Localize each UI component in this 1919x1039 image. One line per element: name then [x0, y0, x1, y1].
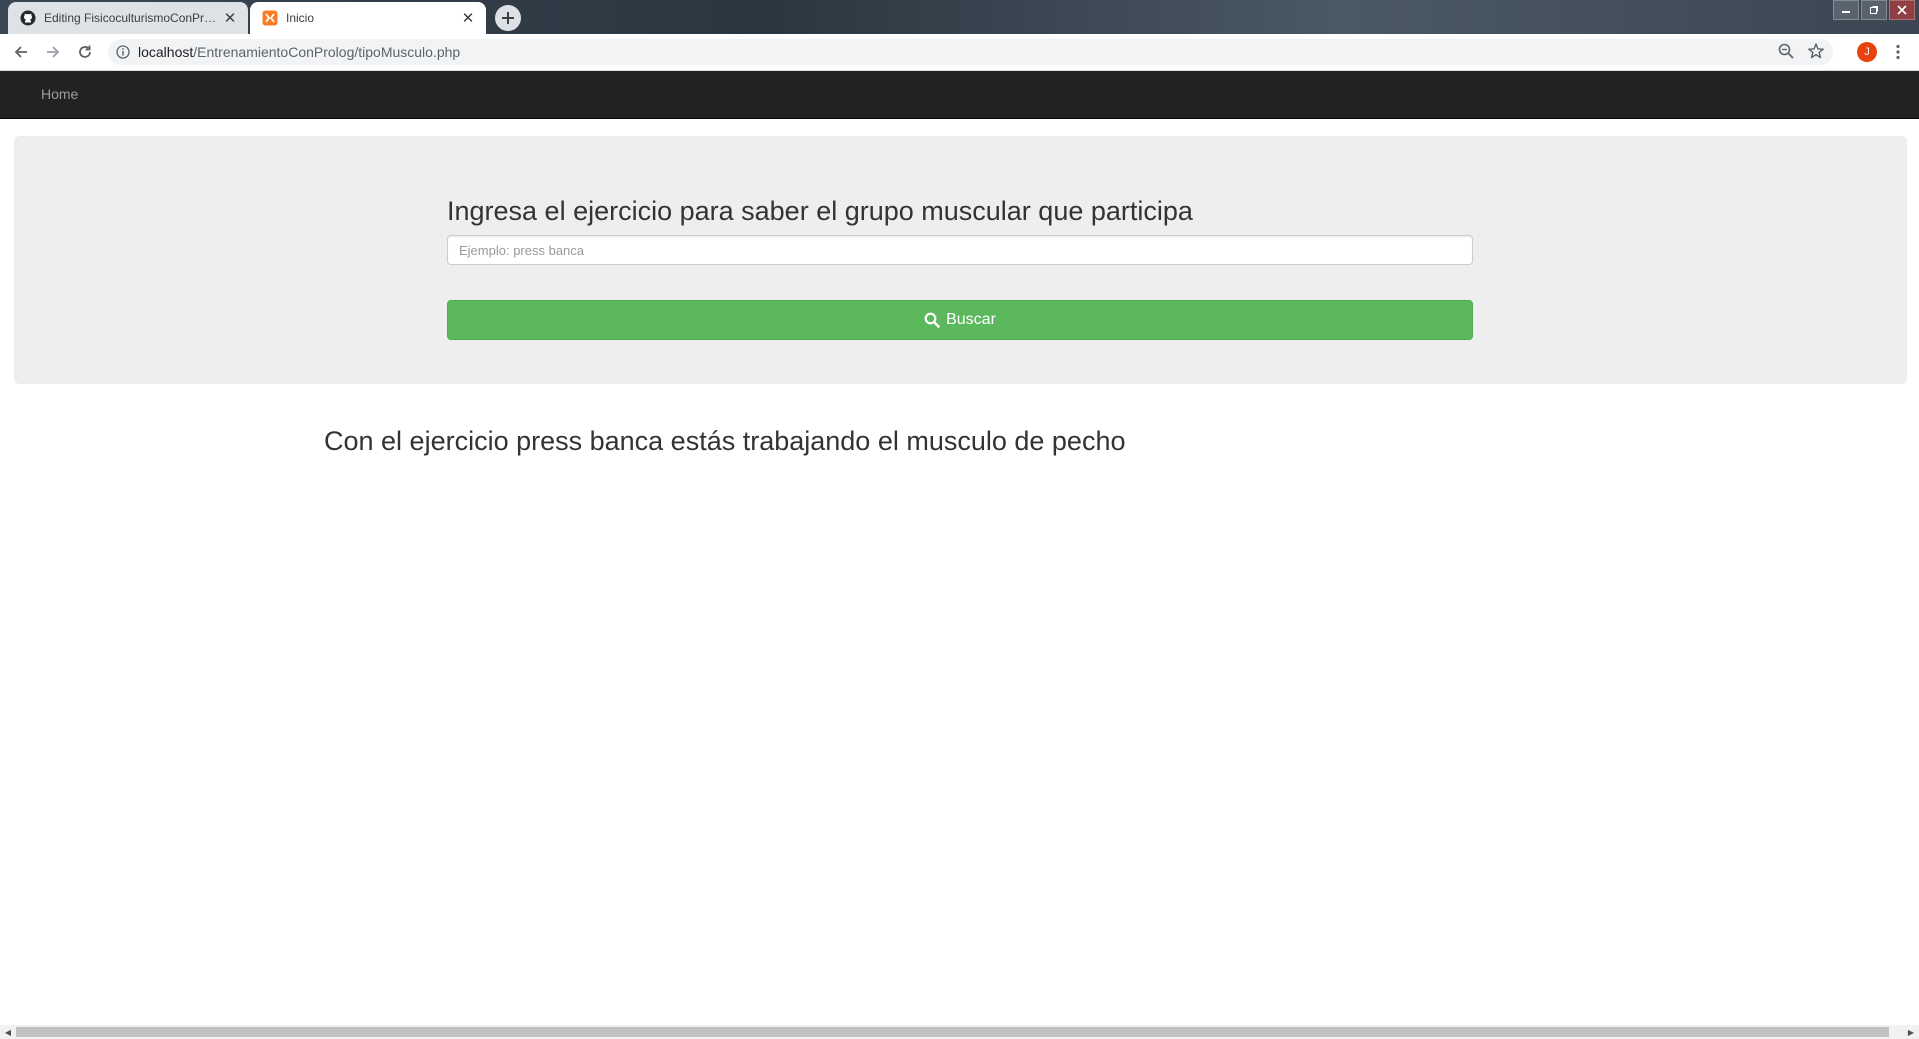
omnibox-actions	[1777, 42, 1825, 60]
back-button[interactable]	[9, 40, 33, 64]
url-path: /EntrenamientoConProlog/tipoMusculo.php	[193, 44, 461, 60]
forward-button[interactable]	[41, 40, 65, 64]
minimize-icon	[1842, 11, 1850, 13]
tab-github-editing[interactable]: Editing FisicoculturismoConProlog ✕	[8, 2, 248, 34]
scrollbar-thumb[interactable]	[16, 1027, 1889, 1037]
scroll-right-icon[interactable]: ▶	[1903, 1025, 1919, 1039]
tab-title: Inicio	[286, 11, 315, 25]
close-icon[interactable]: ✕	[220, 9, 240, 27]
reload-icon	[79, 45, 91, 58]
search-heading: Ingresa el ejercicio para saber el grupo…	[447, 196, 1193, 226]
tab-inicio[interactable]: Inicio ✕	[250, 2, 486, 34]
exercise-search-input[interactable]	[447, 235, 1473, 265]
tab-title: Editing FisicoculturismoConProlog	[44, 11, 220, 25]
restore-icon	[1870, 6, 1878, 14]
search-icon	[924, 312, 940, 328]
xampp-icon	[262, 10, 278, 26]
result-text: Con el ejercicio press banca estás traba…	[324, 426, 1126, 456]
info-icon[interactable]	[116, 45, 130, 59]
nav-home-link[interactable]: Home	[41, 86, 78, 102]
buscar-button[interactable]: Buscar	[447, 300, 1473, 340]
url-host: localhost	[138, 44, 194, 60]
arrow-left-icon	[14, 46, 27, 58]
restore-button[interactable]	[1861, 0, 1887, 20]
github-icon	[20, 10, 36, 26]
kebab-menu-icon[interactable]	[1888, 42, 1908, 62]
close-icon	[1897, 5, 1907, 15]
browser-toolbar: localhost/EntrenamientoConProlog/tipoMus…	[0, 34, 1919, 71]
browser-tab-strip: Editing FisicoculturismoConProlog ✕ Inic…	[0, 0, 1919, 34]
star-icon[interactable]	[1807, 42, 1825, 60]
plus-icon	[502, 12, 514, 24]
address-bar[interactable]: localhost/EntrenamientoConProlog/tipoMus…	[108, 39, 1833, 65]
new-tab-button[interactable]	[495, 5, 521, 31]
reload-button[interactable]	[73, 40, 97, 64]
horizontal-scrollbar[interactable]: ◀ ▶	[0, 1025, 1919, 1039]
zoom-icon[interactable]	[1777, 42, 1795, 60]
minimize-button[interactable]	[1833, 0, 1859, 20]
buscar-button-label: Buscar	[946, 311, 996, 328]
site-navbar: Home	[0, 71, 1919, 119]
close-window-button[interactable]	[1889, 0, 1915, 20]
scroll-left-icon[interactable]: ◀	[0, 1025, 16, 1039]
arrow-right-icon	[47, 46, 60, 58]
profile-avatar[interactable]: J	[1857, 42, 1877, 62]
close-icon[interactable]: ✕	[458, 9, 478, 27]
window-controls	[1831, 0, 1915, 20]
